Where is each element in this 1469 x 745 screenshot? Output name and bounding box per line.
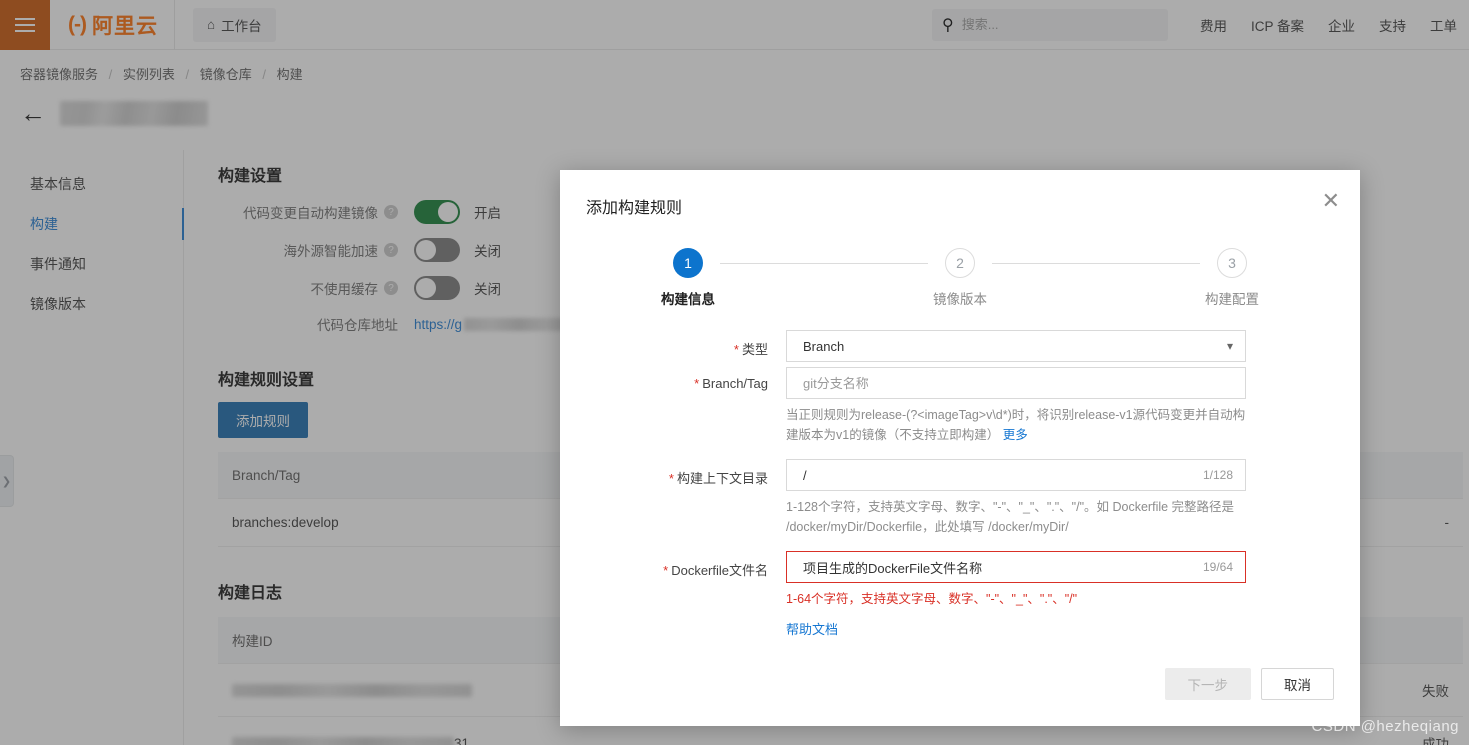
close-icon[interactable]: ✕ [1322,190,1340,212]
step-connector [720,263,928,264]
branch-tag-inputbox[interactable] [786,367,1246,399]
field-label-context-dir: * 构建上下文目录 [586,459,786,487]
field-row-context-dir: *构建上下文目录 1/128 1-128个字符，支持英文字母、数字、"-"、"_… [586,459,1334,537]
field-control-context-dir: 1/128 1-128个字符，支持英文字母、数字、"-"、"_"、"."、"/"… [786,459,1246,537]
field-row-dockerfile-name: *Dockerfile文件名 19/64 1-64个字符，支持英文字母、数字、"… [586,551,1334,639]
context-dir-input[interactable] [803,467,1195,483]
required-marker: * [733,342,739,357]
step-label: 镜像版本 [933,292,987,307]
step-number: 2 [945,248,975,278]
field-control-branch-tag: 当正则规则为release-(?<imageTag>v\d*)时，将识别rele… [786,367,1246,445]
chevron-down-icon: ▾ [1226,339,1233,353]
field-row-branch-tag: *Branch/Tag 当正则规则为release-(?<imageTag>v\… [586,367,1334,445]
field-label-dockerfile-name: * Dockerfile文件名 [586,551,786,579]
context-dir-counter: 1/128 [1202,468,1233,482]
field-label-text: Dockerfile文件名 [671,563,768,578]
field-label-branch-tag: * Branch/Tag [586,367,786,391]
type-select[interactable]: Branch ▾ [786,330,1246,362]
dialog-title: 添加构建规则 [586,200,683,217]
step-label: 构建信息 [661,292,715,307]
add-build-rule-dialog: 添加构建规则 ✕ 1 构建信息 2 镜像版本 3 构建配置 * 类型 Branc… [560,170,1360,726]
next-step-button[interactable]: 下一步 [1164,668,1251,700]
step-build-info[interactable]: 1 构建信息 [656,248,720,308]
app-root: (-) 阿里云 ⌂ 工作台 ⚲ 费用 ICP 备案 企业 支持 工单 容器镜像服 [0,0,1469,745]
field-label-text: 类型 [741,342,768,357]
dockerfile-name-inputbox[interactable]: 19/64 [786,551,1246,583]
required-marker: * [668,471,674,486]
branch-tag-input[interactable] [803,375,1233,391]
step-number: 1 [673,248,703,278]
step-number: 3 [1217,248,1247,278]
field-control-dockerfile-name: 19/64 1-64个字符，支持英文字母、数字、"-"、"_"、"."、"/" … [786,551,1246,639]
required-marker: * [694,376,700,391]
branch-tag-hint: 当正则规则为release-(?<imageTag>v\d*)时，将识别rele… [786,405,1246,445]
required-marker: * [663,563,669,578]
field-label-text: Branch/Tag [702,376,768,391]
field-label-text: 构建上下文目录 [676,471,768,486]
field-control-type: Branch ▾ [786,330,1246,362]
step-label: 构建配置 [1205,292,1259,307]
cancel-button[interactable]: 取消 [1261,668,1334,700]
step-build-config[interactable]: 3 构建配置 [1200,248,1264,308]
step-connector [992,263,1200,264]
dialog-header: 添加构建规则 ✕ [560,170,1360,218]
dockerfile-name-input[interactable] [803,559,1195,575]
field-label-type: * 类型 [586,330,786,358]
type-select-value: Branch [803,338,845,354]
step-image-version[interactable]: 2 镜像版本 [928,248,992,308]
dockerfile-name-error: 1-64个字符，支持英文字母、数字、"-"、"_"、"."、"/" [786,592,1078,606]
context-dir-hint: 1-128个字符，支持英文字母、数字、"-"、"_"、"."、"/"。如 Doc… [786,500,1235,534]
dialog-footer: 下一步 取消 [1164,668,1334,700]
stepper: 1 构建信息 2 镜像版本 3 构建配置 [656,248,1264,308]
dockerfile-name-counter: 19/64 [1202,560,1233,574]
more-link[interactable]: 更多 [1003,428,1028,442]
help-doc-link[interactable]: 帮助文档 [786,619,838,638]
context-dir-inputbox[interactable]: 1/128 [786,459,1246,491]
field-row-type: * 类型 Branch ▾ [586,330,1334,362]
dialog-form: * 类型 Branch ▾ * Branch/Tag git分支名称 当正则规则… [560,330,1360,639]
